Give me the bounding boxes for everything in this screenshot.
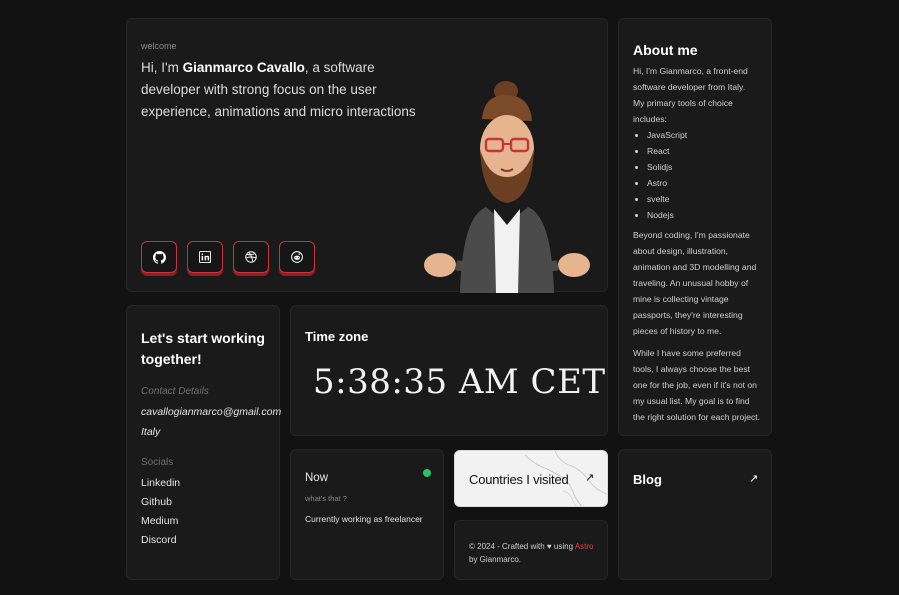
clock-display: 5:38:35 AM CET: [313, 362, 606, 402]
about-paragraph-1: Beyond coding, I'm passionate about desi…: [633, 230, 757, 336]
timezone-card: Time zone 5:38:35 AM CET: [290, 305, 608, 436]
list-item: svelte: [647, 191, 763, 207]
hero-card: welcome Hi, I'm Gianmarco Cavallo, a sof…: [126, 18, 608, 293]
tools-list: JavaScript React Solidjs Astro svelte No…: [633, 127, 763, 223]
arrow-up-right-icon: ↗: [749, 473, 759, 485]
contact-details-label: Contact Details: [141, 386, 209, 397]
location-text: Italy: [141, 426, 161, 438]
github-button[interactable]: [141, 241, 177, 273]
blog-title: Blog: [633, 472, 662, 487]
discord-link[interactable]: Discord: [141, 534, 177, 546]
countries-card[interactable]: Countries I visited ↗: [454, 450, 608, 507]
about-tools-intro: My primary tools of choice includes:: [633, 98, 733, 124]
timezone-title: Time zone: [305, 329, 369, 344]
list-item: Solidjs: [647, 159, 763, 175]
countries-title: Countries I visited: [469, 472, 569, 487]
dribbble-icon: [245, 251, 257, 263]
avatar: [424, 81, 590, 293]
intro-prefix: Hi, I'm: [141, 60, 183, 75]
linkedin-button[interactable]: [187, 241, 223, 273]
list-item: JavaScript: [647, 127, 763, 143]
list-item: React: [647, 143, 763, 159]
welcome-label: welcome: [141, 41, 177, 51]
linkedin-icon: [199, 251, 211, 263]
footer-text: © 2024 - Crafted with ♥ using Astro by G…: [469, 540, 599, 566]
about-text: Hi, I'm Gianmarco, a front-end software …: [633, 63, 763, 425]
now-card: Now what's that ? Currently working as f…: [290, 449, 444, 580]
contact-title: Let's start working together!: [141, 330, 265, 367]
footer-card: © 2024 - Crafted with ♥ using Astro by G…: [454, 520, 608, 580]
author-name: Gianmarco Cavallo: [182, 60, 305, 75]
now-title: Now: [305, 472, 329, 484]
email-link[interactable]: cavallogianmarco@gmail.com: [141, 406, 281, 418]
list-item: Nodejs: [647, 207, 763, 223]
reddit-icon: [291, 251, 303, 263]
list-item: Astro: [647, 175, 763, 191]
medium-link[interactable]: Medium: [141, 515, 178, 527]
now-subtitle: what's that ?: [305, 494, 347, 503]
now-status: Currently working as freelancer: [305, 514, 423, 524]
astro-link[interactable]: Astro: [575, 542, 594, 551]
contact-card: Let's start working together! Contact De…: [126, 305, 281, 580]
dribbble-button[interactable]: [233, 241, 269, 273]
about-intro: Hi, I'm Gianmarco, a front-end software …: [633, 66, 748, 92]
socials-label: Socials: [141, 457, 174, 468]
blog-card[interactable]: Blog ↗: [618, 449, 772, 580]
about-paragraph-2: While I have some preferred tools, I alw…: [633, 348, 761, 422]
footer-prefix: © 2024 - Crafted with ♥ using: [469, 542, 575, 551]
status-dot: [423, 469, 431, 477]
about-title: About me: [633, 42, 698, 58]
intro-text: Hi, I'm Gianmarco Cavallo, a software de…: [141, 57, 431, 123]
github-link[interactable]: Github: [141, 496, 172, 508]
about-card: About me Hi, I'm Gianmarco, a front-end …: [618, 18, 772, 436]
linkedin-link[interactable]: Linkedin: [141, 477, 180, 489]
reddit-button[interactable]: [279, 241, 315, 273]
footer-suffix: by Gianmarco.: [469, 555, 522, 564]
arrow-up-right-icon: ↗: [585, 472, 595, 484]
github-icon: [152, 250, 166, 264]
